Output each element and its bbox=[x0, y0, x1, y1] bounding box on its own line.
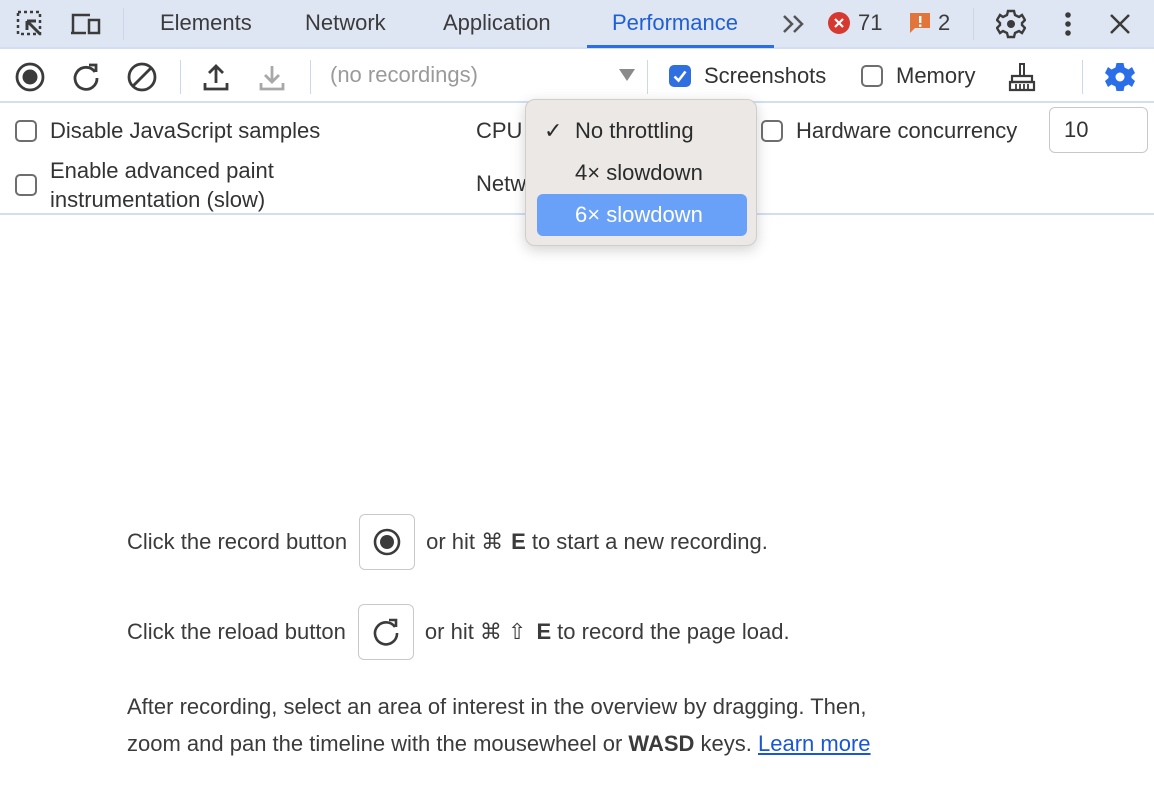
dropdown-option-6x-slowdown[interactable]: 6× slowdown bbox=[537, 194, 747, 236]
disable-js-samples-checkbox[interactable] bbox=[15, 120, 37, 142]
tab-elements[interactable]: Elements bbox=[160, 0, 252, 47]
download-icon bbox=[259, 66, 285, 91]
divider bbox=[180, 60, 181, 94]
reload-icon bbox=[73, 63, 99, 91]
performance-toolbar: (no recordings) Screenshots Memory bbox=[0, 50, 1154, 103]
instructions-text-suffix: keys. bbox=[700, 731, 752, 756]
divider bbox=[123, 8, 124, 40]
disable-js-samples-label: Disable JavaScript samples bbox=[50, 118, 321, 143]
check-icon: ✓ bbox=[544, 118, 563, 143]
tab-application[interactable]: Application bbox=[443, 0, 551, 47]
record-hint: Click the record button or hit ⌘ E to st… bbox=[127, 514, 768, 570]
option-label: 6× slowdown bbox=[575, 202, 703, 227]
recordings-select[interactable]: (no recordings) bbox=[330, 62, 478, 88]
tab-performance[interactable]: Performance bbox=[612, 0, 738, 47]
close-icon[interactable] bbox=[1104, 8, 1136, 40]
cpu-throttling-label: CPU bbox=[476, 118, 523, 143]
checkmark-icon bbox=[673, 70, 687, 83]
load-profile-button[interactable] bbox=[199, 60, 233, 94]
reload-record-button[interactable] bbox=[69, 60, 103, 94]
memory-label: Memory bbox=[896, 63, 976, 88]
cpu-throttling-dropdown: ✓ No throttling 4× slowdown 6× slowdown bbox=[525, 99, 757, 246]
record-hint-suffix: to start a new recording. bbox=[531, 529, 768, 554]
record-shortcut-text: or hit ⌘ bbox=[426, 529, 504, 554]
divider bbox=[973, 8, 974, 40]
inspect-element-icon[interactable] bbox=[14, 8, 46, 40]
record-button[interactable] bbox=[13, 60, 47, 94]
record-icon bbox=[15, 62, 45, 92]
errors-count: 71 bbox=[858, 10, 883, 35]
advanced-paint-label-line2: instrumentation (slow) bbox=[50, 187, 266, 212]
hardware-concurrency-input[interactable]: 10 bbox=[1049, 107, 1148, 153]
dropdown-option-no-throttling[interactable]: ✓ No throttling bbox=[537, 110, 747, 152]
instructions-line1: After recording, select an area of inter… bbox=[127, 694, 867, 719]
clear-icon bbox=[127, 62, 157, 92]
timeline-instructions: After recording, select an area of inter… bbox=[127, 688, 1027, 762]
wasd-keys: WASD bbox=[628, 731, 695, 756]
record-icon bbox=[373, 528, 401, 556]
screenshots-checkbox[interactable] bbox=[669, 65, 691, 87]
dropdown-option-4x-slowdown[interactable]: 4× slowdown bbox=[537, 152, 747, 194]
record-shortcut-key: E bbox=[511, 529, 526, 554]
hardware-concurrency-checkbox[interactable] bbox=[761, 120, 783, 142]
memory-checkbox[interactable] bbox=[861, 65, 883, 87]
reload-hint: Click the reload button or hit ⌘ ⇧ E to … bbox=[127, 604, 790, 660]
errors-badge[interactable]: 71 bbox=[827, 10, 882, 36]
hardware-concurrency-label: Hardware concurrency bbox=[796, 118, 1018, 143]
record-button-illustration[interactable] bbox=[359, 514, 416, 570]
save-profile-button[interactable] bbox=[255, 60, 289, 94]
reload-shortcut-text: or hit ⌘ ⇧ bbox=[424, 619, 527, 644]
advanced-paint-label-line1: Enable advanced paint bbox=[50, 158, 274, 183]
network-throttling-label: Netw bbox=[476, 171, 527, 196]
devtools-tabbar: Elements Network Application Performance… bbox=[0, 0, 1154, 49]
instructions-text: zoom and pan the timeline with the mouse… bbox=[127, 731, 623, 756]
warnings-badge[interactable]: 2 bbox=[909, 10, 950, 36]
upload-icon bbox=[203, 64, 229, 91]
divider bbox=[310, 60, 311, 94]
more-options-icon[interactable] bbox=[1052, 8, 1084, 40]
divider bbox=[1082, 60, 1083, 94]
collect-garbage-button[interactable] bbox=[1005, 60, 1039, 94]
capture-settings-button[interactable] bbox=[1103, 60, 1137, 94]
warnings-count: 2 bbox=[938, 10, 951, 35]
option-label: No throttling bbox=[575, 118, 694, 143]
tab-network[interactable]: Network bbox=[305, 0, 386, 47]
device-toolbar-icon[interactable] bbox=[70, 8, 102, 40]
settings-gear-icon[interactable] bbox=[995, 8, 1027, 40]
dropdown-arrow-icon[interactable] bbox=[619, 69, 635, 81]
active-tab-indicator bbox=[587, 45, 774, 48]
learn-more-link[interactable]: Learn more bbox=[758, 731, 871, 756]
double-chevron-right-icon[interactable] bbox=[778, 8, 810, 40]
record-hint-text: Click the record button bbox=[127, 529, 348, 554]
reload-hint-suffix: to record the page load. bbox=[557, 619, 790, 644]
option-label: 4× slowdown bbox=[575, 160, 703, 185]
screenshots-label: Screenshots bbox=[704, 63, 827, 88]
reload-shortcut-key: E bbox=[536, 619, 552, 644]
clear-button[interactable] bbox=[125, 60, 159, 94]
instructions-line2: zoom and pan the timeline with the mouse… bbox=[127, 725, 1027, 762]
warning-icon bbox=[910, 13, 930, 33]
error-icon bbox=[828, 12, 850, 34]
gear-icon bbox=[1105, 63, 1135, 91]
broom-icon bbox=[1008, 63, 1036, 92]
reload-hint-text: Click the reload button bbox=[127, 619, 346, 644]
reload-icon bbox=[373, 618, 399, 646]
divider bbox=[647, 60, 648, 94]
reload-button-illustration[interactable] bbox=[357, 604, 414, 660]
advanced-paint-checkbox[interactable] bbox=[15, 174, 37, 196]
